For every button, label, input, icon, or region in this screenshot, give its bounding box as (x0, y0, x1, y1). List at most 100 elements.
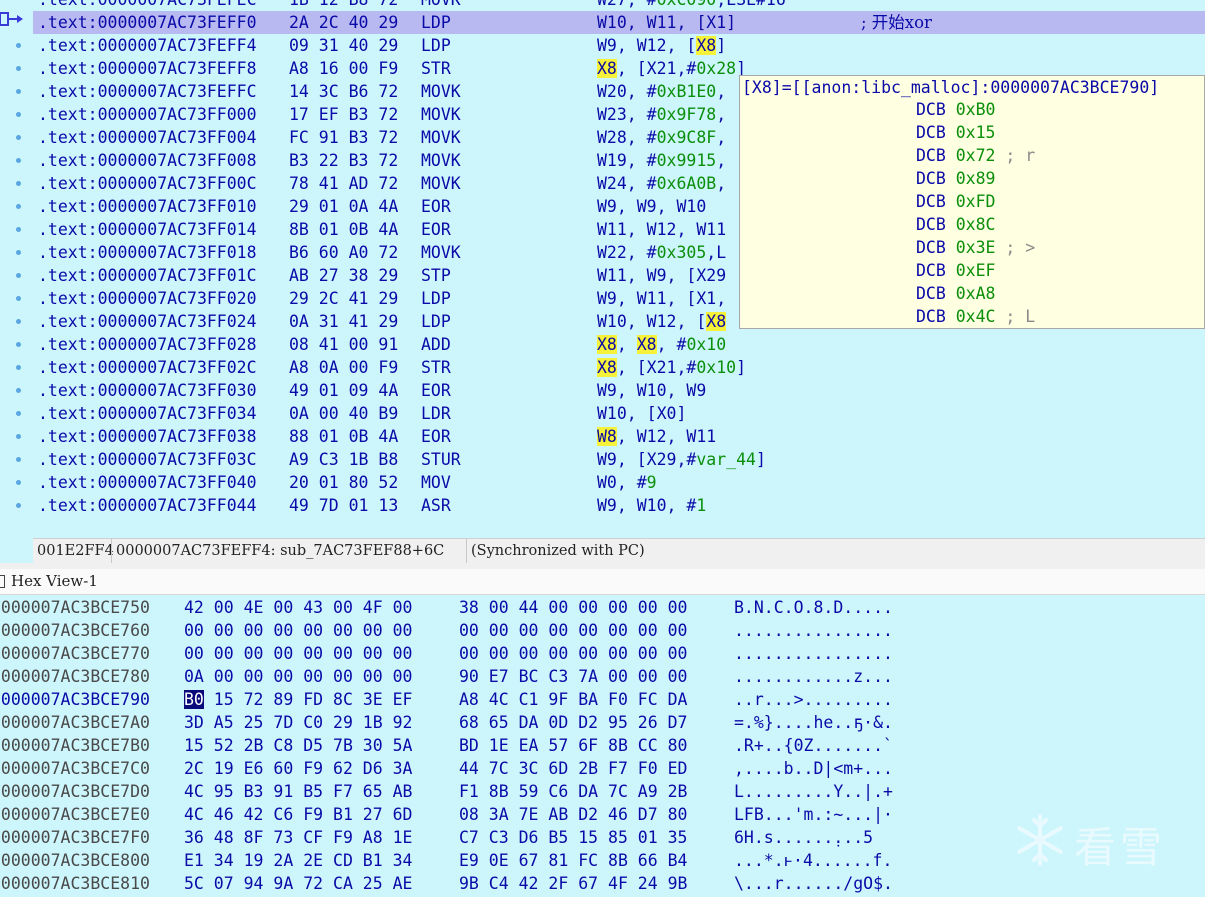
hex-ascii[interactable]: .R+..{0Z.......̀ (734, 734, 883, 757)
breakpoint-dot-icon[interactable] (16, 158, 21, 163)
breakpoint-dot-icon[interactable] (16, 204, 21, 209)
hex-row[interactable]: 0000007AC3BCE7B0 15 52 2B C8 D5 7B 30 5A B… (0, 734, 1205, 757)
hex-bytes-group-1[interactable]: B0 15 72 89 FD 8C 3E EF (184, 688, 413, 711)
hex-bytes-group-1[interactable]: 3D A5 25 7D C0 29 1B 92 (184, 711, 412, 734)
breakpoint-dot-icon[interactable] (16, 227, 21, 232)
hex-bytes-group-1[interactable]: 00 00 00 00 00 00 00 00 (184, 619, 412, 642)
hex-ascii[interactable]: LFB...'m.:~...|· (734, 803, 893, 826)
operand-immediate: 0x10 (686, 335, 727, 354)
hex-bytes-group-2[interactable]: 38 00 44 00 00 00 00 00 (459, 596, 687, 619)
hex-row[interactable]: 0000007AC3BCE7A0 3D A5 25 7D C0 29 1B 92 6… (0, 711, 1205, 734)
hex-ascii[interactable]: ............z... (734, 665, 893, 688)
disasm-opcode-bytes: AB 27 38 29 (289, 266, 399, 285)
highlighted-register[interactable]: X8 (706, 312, 727, 331)
breakpoint-dot-icon[interactable] (16, 503, 21, 508)
hex-bytes-group-2[interactable]: 00 00 00 00 00 00 00 00 (459, 642, 687, 665)
hex-bytes-group-1[interactable]: 00 00 00 00 00 00 00 00 (184, 642, 412, 665)
hex-row[interactable]: 0000007AC3BCE790 B0 15 72 89 FD 8C 3E EF A… (0, 688, 1205, 711)
disasm-line[interactable]: .text:0000007AC73FF040 20 01 80 52 MOV W0, … (33, 471, 1205, 494)
hex-ascii[interactable]: ,....b..D|<m+... (734, 757, 893, 780)
operand-immediate: 0xC090 (657, 0, 717, 9)
hex-ascii[interactable]: ...*.ͱ·4......f. (734, 849, 892, 872)
breakpoint-dot-icon[interactable] (16, 388, 21, 393)
disasm-line[interactable]: .text:0000007AC73FEFEC 1B 12 B8 72 MOVK W27… (33, 0, 1205, 11)
hex-bytes-group-2[interactable]: BD 1E EA 57 6F 8B CC 80 (459, 734, 687, 757)
breakpoint-dot-icon[interactable] (16, 480, 21, 485)
hex-row[interactable]: 0000007AC3BCE780 0A 00 00 00 00 00 00 00 9… (0, 665, 1205, 688)
hex-row[interactable]: 0000007AC3BCE7C0 2C 19 E6 60 F9 62 D6 3A 4… (0, 757, 1205, 780)
breakpoint-dot-icon[interactable] (16, 411, 21, 416)
hex-ascii[interactable]: L.........Y..|.+ (734, 780, 893, 803)
hex-row[interactable]: 0000007AC3BCE7D0 4C 95 B3 91 B5 F7 65 AB F… (0, 780, 1205, 803)
hex-ascii[interactable]: ..r...>......... (734, 688, 893, 711)
hex-ascii[interactable]: ................ (734, 642, 893, 665)
hex-ascii[interactable]: 6H.s......̣...5 (734, 826, 873, 849)
hex-bytes-group-1[interactable]: 0A 00 00 00 00 00 00 00 (184, 665, 412, 688)
disasm-mnemonic: EOR (421, 197, 451, 216)
hex-bytes-group-1[interactable]: 2C 19 E6 60 F9 62 D6 3A (184, 757, 412, 780)
hex-view-tab[interactable]: Hex View-1 (0, 569, 1205, 595)
operand-text: W9, W9, W10 (597, 197, 707, 216)
breakpoint-dot-icon[interactable] (16, 434, 21, 439)
breakpoint-dot-icon[interactable] (16, 89, 21, 94)
breakpoint-dot-icon[interactable] (16, 365, 21, 370)
hex-bytes-group-1[interactable]: 15 52 2B C8 D5 7B 30 5A (184, 734, 412, 757)
hex-ascii[interactable]: B.N.C.O.8.D..... (734, 596, 893, 619)
hex-ascii[interactable]: \...r....../gO$. (734, 872, 893, 895)
breakpoint-dot-icon[interactable] (16, 457, 21, 462)
breakpoint-dot-icon[interactable] (16, 112, 21, 117)
hex-bytes-group-2[interactable]: E9 0E 67 81 FC 8B 66 B4 (459, 849, 687, 872)
disasm-line[interactable]: .text:0000007AC73FEFF0 2A 2C 40 29 LDP W10,… (33, 11, 1205, 34)
breakpoint-dot-icon[interactable] (16, 43, 21, 48)
hex-bytes-group-2[interactable]: 00 00 00 00 00 00 00 00 (459, 619, 687, 642)
hex-row[interactable]: 0000007AC3BCE770 00 00 00 00 00 00 00 00 0… (0, 642, 1205, 665)
hex-bytes-group-2[interactable]: 68 65 DA 0D D2 95 26 D7 (459, 711, 687, 734)
highlighted-register[interactable]: X8 (597, 59, 617, 78)
highlighted-register[interactable]: X8 (696, 36, 717, 55)
breakpoint-dot-icon[interactable] (16, 342, 21, 347)
hex-row[interactable]: 0000007AC3BCE760 00 00 00 00 00 00 00 00 0… (0, 619, 1205, 642)
disasm-line[interactable]: .text:0000007AC73FF03C A9 C3 1B B8 STUR W9,… (33, 448, 1205, 471)
disasm-line[interactable]: .text:0000007AC73FF038 88 01 0B 4A EOR W8, … (33, 425, 1205, 448)
hex-ascii[interactable]: =.%}....he..ҕ·&. (734, 711, 893, 734)
breakpoint-dot-icon[interactable] (16, 273, 21, 278)
hex-bytes-group-1[interactable]: E1 34 19 2A 2E CD B1 34 (184, 849, 412, 872)
hex-bytes-group-1[interactable]: 4C 46 42 C6 F9 B1 27 6D (184, 803, 412, 826)
disasm-line[interactable]: .text:0000007AC73FF034 0A 00 40 B9 LDR W10,… (33, 402, 1205, 425)
hex-bytes-group-1[interactable]: 5C 07 94 9A 72 CA 25 AE (184, 872, 412, 895)
hex-bytes-group-2[interactable]: 44 7C 3C 6D 2B F7 F0 ED (459, 757, 687, 780)
hex-row[interactable]: 0000007AC3BCE750 42 00 4E 00 43 00 4F 00 3… (0, 596, 1205, 619)
hex-bytes-group-1[interactable]: 4C 95 B3 91 B5 F7 65 AB (184, 780, 412, 803)
hex-bytes-group-2[interactable]: A8 4C C1 9F BA F0 FC DA (459, 688, 687, 711)
breakpoint-dot-icon[interactable] (16, 296, 21, 301)
disasm-line[interactable]: .text:0000007AC73FF030 49 01 09 4A EOR W9, … (33, 379, 1205, 402)
hex-bytes-group-1[interactable]: 36 48 8F 73 CF F9 A8 1E (184, 826, 412, 849)
operand-text: , [X21,# (616, 358, 697, 377)
hex-bytes-group-2[interactable]: 90 E7 BC C3 7A 00 00 00 (459, 665, 687, 688)
disasm-line[interactable]: .text:0000007AC73FF02C A8 0A 00 F9 STR X8, … (33, 356, 1205, 379)
breakpoint-dot-icon[interactable] (16, 319, 21, 324)
hex-row[interactable]: 0000007AC3BCE810 5C 07 94 9A 72 CA 25 AE 9… (0, 872, 1205, 895)
breakpoint-dot-icon[interactable] (16, 135, 21, 140)
status-sync: (Synchronized with PC) (466, 539, 645, 564)
highlighted-register[interactable]: X8 (597, 335, 617, 354)
disasm-address: .text:0000007AC73FEFEC (38, 0, 257, 11)
disassembly-view[interactable]: .text:0000007AC73FEFEC 1B 12 B8 72 MOVK W27… (0, 0, 1205, 538)
breakpoint-dot-icon[interactable] (16, 181, 21, 186)
hex-bytes-group-1[interactable]: 42 00 4E 00 43 00 4F 00 (184, 596, 412, 619)
hex-bytes-group-2[interactable]: C7 C3 D6 B5 15 85 01 35 (459, 826, 687, 849)
highlighted-register[interactable]: X8 (597, 358, 617, 377)
hex-bytes-group-2[interactable]: 9B C4 42 2F 67 4F 24 9B (459, 872, 687, 895)
hex-bytes-group-2[interactable]: 08 3A 7E AB D2 46 D7 80 (459, 803, 687, 826)
disasm-line[interactable]: .text:0000007AC73FEFF4 09 31 40 29 LDP W9, … (33, 34, 1205, 57)
highlighted-register[interactable]: W8 (597, 427, 617, 446)
hex-bytes-group-2[interactable]: F1 8B 59 C6 DA 7C A9 2B (459, 780, 687, 803)
disasm-line[interactable]: .text:0000007AC73FF044 49 7D 01 13 ASR W9, … (33, 494, 1205, 517)
disasm-line[interactable]: .text:0000007AC73FF028 08 41 00 91 ADD X8, … (33, 333, 1205, 356)
hex-cursor-byte[interactable]: B0 (184, 690, 204, 709)
operand-immediate: 0x9F78 (656, 105, 717, 124)
hex-ascii[interactable]: ................ (734, 619, 893, 642)
highlighted-register[interactable]: X8 (636, 335, 657, 354)
breakpoint-dot-icon[interactable] (16, 250, 21, 255)
breakpoint-dot-icon[interactable] (16, 66, 21, 71)
